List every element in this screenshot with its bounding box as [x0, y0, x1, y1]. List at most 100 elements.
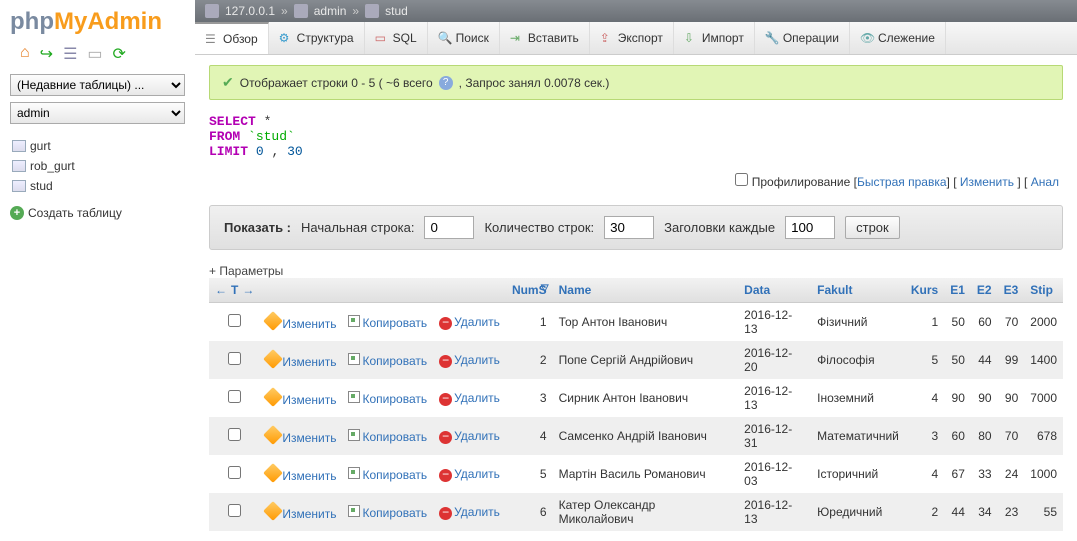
- table-list: gurtrob_gurtstud: [10, 136, 185, 196]
- table-item-rob_gurt[interactable]: rob_gurt: [10, 156, 185, 176]
- query-icon[interactable]: ☰: [63, 44, 77, 64]
- table-item-stud[interactable]: stud: [10, 176, 185, 196]
- sql-query: SELECT * FROM `stud` LIMIT 0 , 30: [209, 114, 1063, 159]
- col-nums[interactable]: NumS▽: [506, 278, 553, 303]
- create-table-button[interactable]: + Создать таблицу: [10, 206, 185, 220]
- cell-e2: 44: [971, 341, 998, 379]
- cell-nums: 4: [506, 417, 553, 455]
- delete-action[interactable]: −Удалить: [433, 493, 506, 531]
- breadcrumb-table[interactable]: stud: [385, 4, 408, 18]
- cell-e2: 34: [971, 493, 998, 531]
- cell-data: 2016-12-20: [738, 341, 811, 379]
- copy-action[interactable]: Копировать: [342, 455, 433, 493]
- profiling-checkbox[interactable]: [735, 173, 748, 186]
- col-name[interactable]: Name: [553, 278, 739, 303]
- tab-импорт[interactable]: ⇩Импорт: [674, 22, 755, 54]
- tab-sql[interactable]: ▭SQL: [365, 22, 428, 54]
- cell-e1: 67: [944, 455, 971, 493]
- edit-action[interactable]: Изменить: [260, 455, 342, 493]
- start-row-input[interactable]: [424, 216, 474, 239]
- col-e1[interactable]: E1: [944, 278, 971, 303]
- headers-every-input[interactable]: [785, 216, 835, 239]
- cell-kurs: 1: [905, 303, 944, 342]
- row-count-input[interactable]: [604, 216, 654, 239]
- row-checkbox[interactable]: [228, 352, 241, 365]
- quick-edit-link[interactable]: Быстрая правка: [857, 175, 947, 189]
- col-e3[interactable]: E3: [998, 278, 1025, 303]
- arrow-left-icon[interactable]: ←: [215, 283, 227, 297]
- cell-nums: 2: [506, 341, 553, 379]
- tab-операции[interactable]: 🔧Операции: [755, 22, 850, 54]
- tab-экспорт[interactable]: ⇪Экспорт: [590, 22, 674, 54]
- tab-структура[interactable]: ⚙Структура: [269, 22, 365, 54]
- delete-action[interactable]: −Удалить: [433, 455, 506, 493]
- logo[interactable]: phpMyAdmin: [10, 8, 185, 36]
- table-row: ИзменитьКопировать−Удалить4Самсенко Андр…: [209, 417, 1063, 455]
- copy-action[interactable]: Копировать: [342, 303, 433, 342]
- table-icon: [365, 4, 379, 18]
- delete-action[interactable]: −Удалить: [433, 379, 506, 417]
- tab-icon: 🔧: [765, 31, 779, 45]
- copy-icon: [348, 353, 360, 365]
- delete-action[interactable]: −Удалить: [433, 417, 506, 455]
- tab-слежение[interactable]: 👁Слежение: [850, 22, 946, 54]
- breadcrumb-db[interactable]: admin: [314, 4, 347, 18]
- tab-вставить[interactable]: ⇥Вставить: [500, 22, 590, 54]
- help-icon[interactable]: ?: [439, 76, 453, 90]
- edit-action[interactable]: Изменить: [260, 379, 342, 417]
- row-checkbox[interactable]: [228, 314, 241, 327]
- edit-link[interactable]: Изменить: [960, 175, 1014, 189]
- table-item-gurt[interactable]: gurt: [10, 136, 185, 156]
- docs-icon[interactable]: ▭: [87, 44, 102, 64]
- row-checkbox[interactable]: [228, 428, 241, 441]
- edit-action[interactable]: Изменить: [260, 417, 342, 455]
- tab-icon: 👁: [860, 31, 874, 45]
- tab-icon: ⇪: [600, 31, 614, 45]
- cell-fakult: Математичний: [811, 417, 905, 455]
- cell-e2: 90: [971, 379, 998, 417]
- edit-action[interactable]: Изменить: [260, 303, 342, 342]
- database-select[interactable]: admin: [10, 102, 185, 124]
- logout-icon[interactable]: ↪: [40, 44, 53, 64]
- breadcrumb-server[interactable]: 127.0.0.1: [225, 4, 275, 18]
- tab-обзор[interactable]: ☰Обзор: [195, 22, 269, 54]
- cell-data: 2016-12-13: [738, 379, 811, 417]
- delete-action[interactable]: −Удалить: [433, 341, 506, 379]
- params-link[interactable]: + Параметры: [209, 264, 1063, 278]
- rows-button[interactable]: строк: [845, 216, 900, 239]
- col-check: ← T →: [209, 278, 260, 303]
- arrow-right-icon[interactable]: →: [242, 283, 254, 297]
- recent-tables-select[interactable]: (Недавние таблицы) ...: [10, 74, 185, 96]
- delete-action[interactable]: −Удалить: [433, 303, 506, 342]
- row-checkbox[interactable]: [228, 390, 241, 403]
- col-kurs[interactable]: Kurs: [905, 278, 944, 303]
- row-checkbox[interactable]: [228, 504, 241, 517]
- home-icon[interactable]: ⌂: [20, 44, 30, 64]
- text-tool-icon[interactable]: T: [231, 283, 238, 297]
- cell-fakult: Юредичний: [811, 493, 905, 531]
- minus-icon: −: [439, 431, 452, 444]
- edit-action[interactable]: Изменить: [260, 341, 342, 379]
- cell-stip: 1000: [1024, 455, 1063, 493]
- tab-поиск[interactable]: 🔍Поиск: [428, 22, 500, 54]
- col-fakult[interactable]: Fakult: [811, 278, 905, 303]
- table-row: ИзменитьКопировать−Удалить6Катер Олексан…: [209, 493, 1063, 531]
- pencil-icon: [263, 463, 283, 483]
- cell-stip: 678: [1024, 417, 1063, 455]
- edit-action[interactable]: Изменить: [260, 493, 342, 531]
- cell-kurs: 5: [905, 341, 944, 379]
- copy-action[interactable]: Копировать: [342, 341, 433, 379]
- copy-action[interactable]: Копировать: [342, 379, 433, 417]
- col-stip[interactable]: Stip: [1024, 278, 1063, 303]
- col-data[interactable]: Data: [738, 278, 811, 303]
- reload-icon[interactable]: ⟳: [113, 44, 126, 64]
- row-checkbox[interactable]: [228, 466, 241, 479]
- col-e2[interactable]: E2: [971, 278, 998, 303]
- pencil-icon: [263, 387, 283, 407]
- server-icon: [205, 4, 219, 18]
- copy-action[interactable]: Копировать: [342, 493, 433, 531]
- cell-data: 2016-12-31: [738, 417, 811, 455]
- anal-link[interactable]: Анал: [1031, 175, 1059, 189]
- copy-action[interactable]: Копировать: [342, 417, 433, 455]
- col-delete: [433, 278, 506, 303]
